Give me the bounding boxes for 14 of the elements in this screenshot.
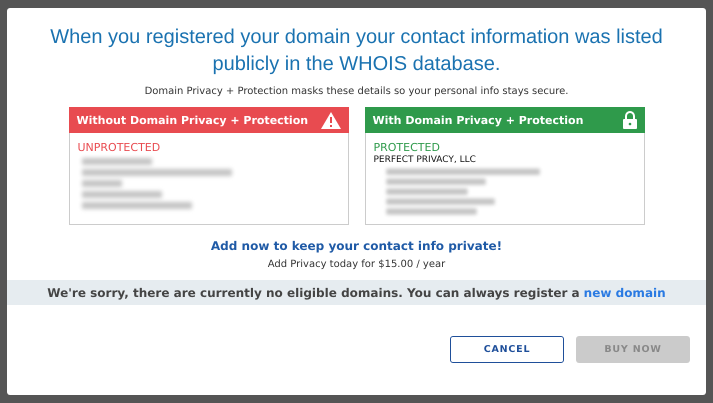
protection-status: UNPROTECTED <box>78 141 162 154</box>
notice-text: We're sorry, there are currently no eligible domains. You can always register a <box>47 286 580 300</box>
warning-icon <box>320 112 340 128</box>
dialog-title: When you registered your domain your contact information was listed publicly in the WHOIS database. <box>49 25 664 77</box>
price-note: Add Privacy today for $15.00 / year <box>268 259 446 270</box>
cancel-button[interactable]: CANCEL <box>450 336 564 363</box>
card-title: With Domain Privacy + Protection <box>372 114 584 126</box>
privacy-provider: PERFECT PRIVACY, LLC <box>374 155 477 165</box>
offer-link[interactable]: Add now to keep your contact info private! <box>210 239 502 253</box>
protection-status: PROTECTED <box>374 141 441 154</box>
card-title: Without Domain Privacy + Protection <box>76 114 308 126</box>
dialog-subtitle: Domain Privacy + Protection masks these details so your personal info stays secure. <box>144 86 568 97</box>
lock-icon <box>622 111 636 129</box>
new-domain-link[interactable]: new domain <box>584 286 666 300</box>
